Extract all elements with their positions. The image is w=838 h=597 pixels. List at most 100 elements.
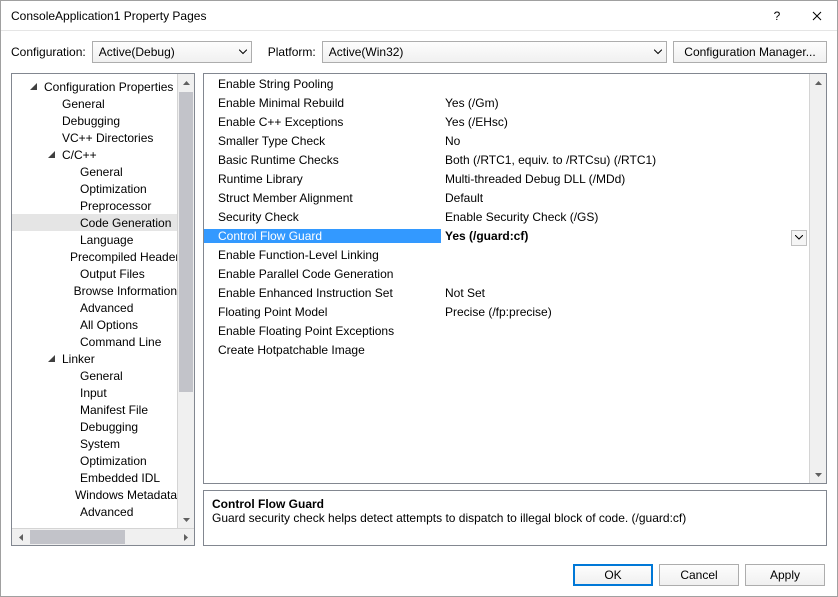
tree-item-label: Embedded IDL [80,471,160,485]
configuration-combo[interactable]: Active(Debug) [92,41,252,63]
tree-item[interactable]: System [12,435,177,452]
tree-item[interactable]: Linker [12,350,177,367]
tree-item[interactable]: Input [12,384,177,401]
property-row[interactable]: Security CheckEnable Security Check (/GS… [204,207,809,226]
property-row[interactable]: Enable Parallel Code Generation [204,264,809,283]
property-value[interactable]: Enable Security Check (/GS) [441,210,809,224]
configuration-label: Configuration: [11,45,86,59]
tree-collapse-icon[interactable] [48,151,58,159]
tree-hscrollbar[interactable] [12,528,194,545]
dropdown-button[interactable] [791,230,807,246]
tree-item[interactable]: Precompiled Headers [12,248,177,265]
tree-viewport[interactable]: Configuration PropertiesGeneralDebugging… [12,74,177,528]
property-name: Enable String Pooling [204,77,441,91]
tree-item[interactable]: Optimization [12,452,177,469]
tree-item[interactable]: Code Generation [12,214,177,231]
property-value[interactable]: Not Set [441,286,809,300]
tree-item[interactable]: Debugging [12,112,177,129]
tree-item-label: Precompiled Headers [70,250,177,264]
tree-item-label: Advanced [80,505,133,519]
property-value[interactable]: Default [441,191,809,205]
question-icon: ? [774,9,781,23]
tree-item-label: Browse Information [74,284,177,298]
tree-item[interactable]: Optimization [12,180,177,197]
tree-item[interactable]: Browse Information [12,282,177,299]
cancel-button[interactable]: Cancel [659,564,739,586]
apply-button[interactable]: Apply [745,564,825,586]
platform-combo[interactable]: Active(Win32) [322,41,667,63]
tree-item-label: Debugging [80,420,138,434]
tree-item[interactable]: Language [12,231,177,248]
property-row[interactable]: Enable C++ ExceptionsYes (/EHsc) [204,112,809,131]
scroll-right-icon[interactable] [177,529,194,545]
tree-item[interactable]: Advanced [12,503,177,520]
property-value[interactable]: Yes (/Gm) [441,96,809,110]
property-row[interactable]: Enable Floating Point Exceptions [204,321,809,340]
tree-item[interactable]: Manifest File [12,401,177,418]
tree-item-label: Manifest File [80,403,148,417]
close-button[interactable] [797,2,837,30]
tree-item[interactable]: Output Files [12,265,177,282]
property-name: Create Hotpatchable Image [204,343,441,357]
window-title: ConsoleApplication1 Property Pages [11,9,757,23]
tree-item[interactable]: General [12,163,177,180]
property-row[interactable]: Create Hotpatchable Image [204,340,809,359]
scroll-left-icon[interactable] [12,529,29,545]
property-row[interactable]: Enable String Pooling [204,74,809,93]
tree-collapse-icon[interactable] [48,355,58,363]
tree-item[interactable]: Preprocessor [12,197,177,214]
tree-item[interactable]: C/C++ [12,146,177,163]
tree-item-label: Language [80,233,133,247]
property-row[interactable]: Basic Runtime ChecksBoth (/RTC1, equiv. … [204,150,809,169]
property-row[interactable]: Enable Minimal RebuildYes (/Gm) [204,93,809,112]
dialog-footer: OK Cancel Apply [1,554,837,596]
property-value[interactable]: Precise (/fp:precise) [441,305,809,319]
scroll-up-icon[interactable] [178,74,194,91]
tree-item-label: All Options [80,318,138,332]
property-value[interactable]: Yes (/EHsc) [441,115,809,129]
property-row[interactable]: Enable Enhanced Instruction SetNot Set [204,283,809,302]
tree-item-label: Input [80,386,107,400]
description-panel: Control Flow Guard Guard security check … [203,490,827,546]
property-name: Enable C++ Exceptions [204,115,441,129]
property-row[interactable]: Floating Point ModelPrecise (/fp:precise… [204,302,809,321]
tree-item-label: Windows Metadata [75,488,177,502]
tree-vscrollbar[interactable] [177,74,194,528]
property-row[interactable]: Control Flow GuardYes (/guard:cf) [204,226,809,245]
tree-item[interactable]: Configuration Properties [12,78,177,95]
property-row[interactable]: Struct Member AlignmentDefault [204,188,809,207]
tree-item[interactable]: Embedded IDL [12,469,177,486]
property-value[interactable]: No [441,134,809,148]
tree-item[interactable]: VC++ Directories [12,129,177,146]
scroll-down-icon[interactable] [178,511,194,528]
scroll-thumb[interactable] [179,92,193,392]
tree-item[interactable]: Windows Metadata [12,486,177,503]
grid-vscrollbar[interactable] [809,74,826,483]
help-button[interactable]: ? [757,2,797,30]
property-row[interactable]: Enable Function-Level Linking [204,245,809,264]
tree-item[interactable]: Command Line [12,333,177,350]
property-value[interactable]: Both (/RTC1, equiv. to /RTCsu) (/RTC1) [441,153,809,167]
tree-item[interactable]: All Options [12,316,177,333]
ok-button[interactable]: OK [573,564,653,586]
property-name: Basic Runtime Checks [204,153,441,167]
tree-collapse-icon[interactable] [30,83,40,91]
tree-item[interactable]: General [12,95,177,112]
scroll-up-icon[interactable] [810,74,826,91]
property-row[interactable]: Runtime LibraryMulti-threaded Debug DLL … [204,169,809,188]
property-name: Control Flow Guard [204,229,441,243]
configuration-manager-button[interactable]: Configuration Manager... [673,41,827,63]
tree-item-label: Optimization [80,182,147,196]
tree-item[interactable]: Debugging [12,418,177,435]
tree-item[interactable]: General [12,367,177,384]
scroll-down-icon[interactable] [810,466,826,483]
property-row[interactable]: Smaller Type CheckNo [204,131,809,150]
scroll-thumb[interactable] [30,530,125,544]
tree-item[interactable]: Advanced [12,299,177,316]
tree-item-label: Debugging [62,114,120,128]
property-value[interactable]: Multi-threaded Debug DLL (/MDd) [441,172,809,186]
tree-item-label: Code Generation [80,216,171,230]
property-value[interactable]: Yes (/guard:cf) [441,229,809,243]
description-title: Control Flow Guard [212,497,818,511]
tree-item-label: Optimization [80,454,147,468]
